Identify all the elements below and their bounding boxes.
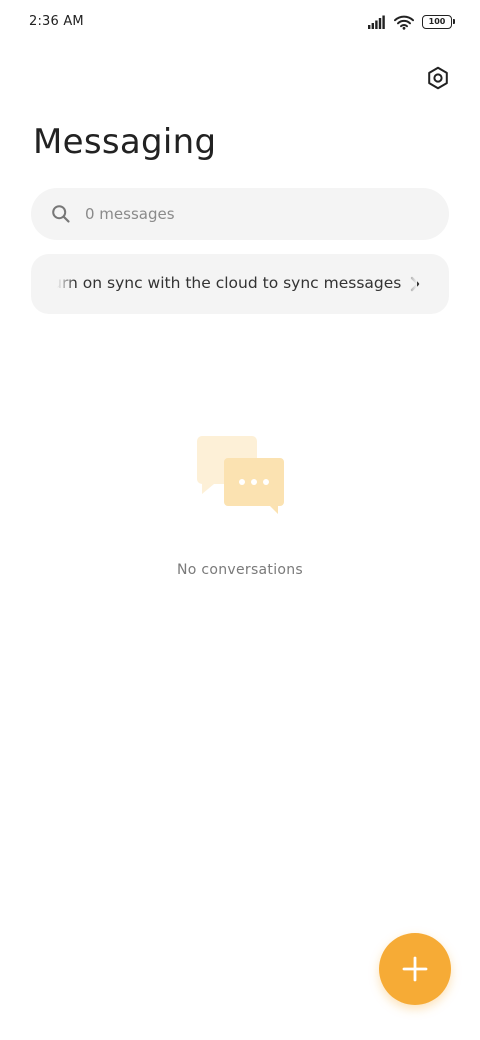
new-message-button[interactable] xyxy=(379,933,451,1005)
sync-banner-marquee: Turn on sync with the cloud to sync mess… xyxy=(57,272,417,296)
page-title: Messaging xyxy=(33,122,217,162)
sync-banner-text: Turn on sync with the cloud to sync mess… xyxy=(57,274,402,292)
search-bar[interactable] xyxy=(31,188,449,240)
chat-bubbles-icon xyxy=(197,436,284,514)
status-bar: 2:36 AM 100 xyxy=(0,0,480,44)
search-icon xyxy=(52,205,70,223)
plus-icon xyxy=(402,956,428,982)
settings-button[interactable] xyxy=(424,64,452,92)
battery-level: 100 xyxy=(428,17,446,26)
status-icons: 100 xyxy=(368,12,455,32)
settings-icon xyxy=(428,66,448,90)
search-input[interactable] xyxy=(83,204,387,224)
wifi-icon xyxy=(394,15,414,30)
status-time: 2:36 AM xyxy=(29,14,84,29)
signal-icon xyxy=(368,15,386,29)
sync-banner[interactable]: Turn on sync with the cloud to sync mess… xyxy=(31,254,449,314)
messaging-screen: 2:36 AM 100 Messaging 0 messages Turn on… xyxy=(0,0,480,1040)
battery-icon: 100 xyxy=(422,15,455,29)
empty-state-text: No conversations xyxy=(176,562,304,578)
